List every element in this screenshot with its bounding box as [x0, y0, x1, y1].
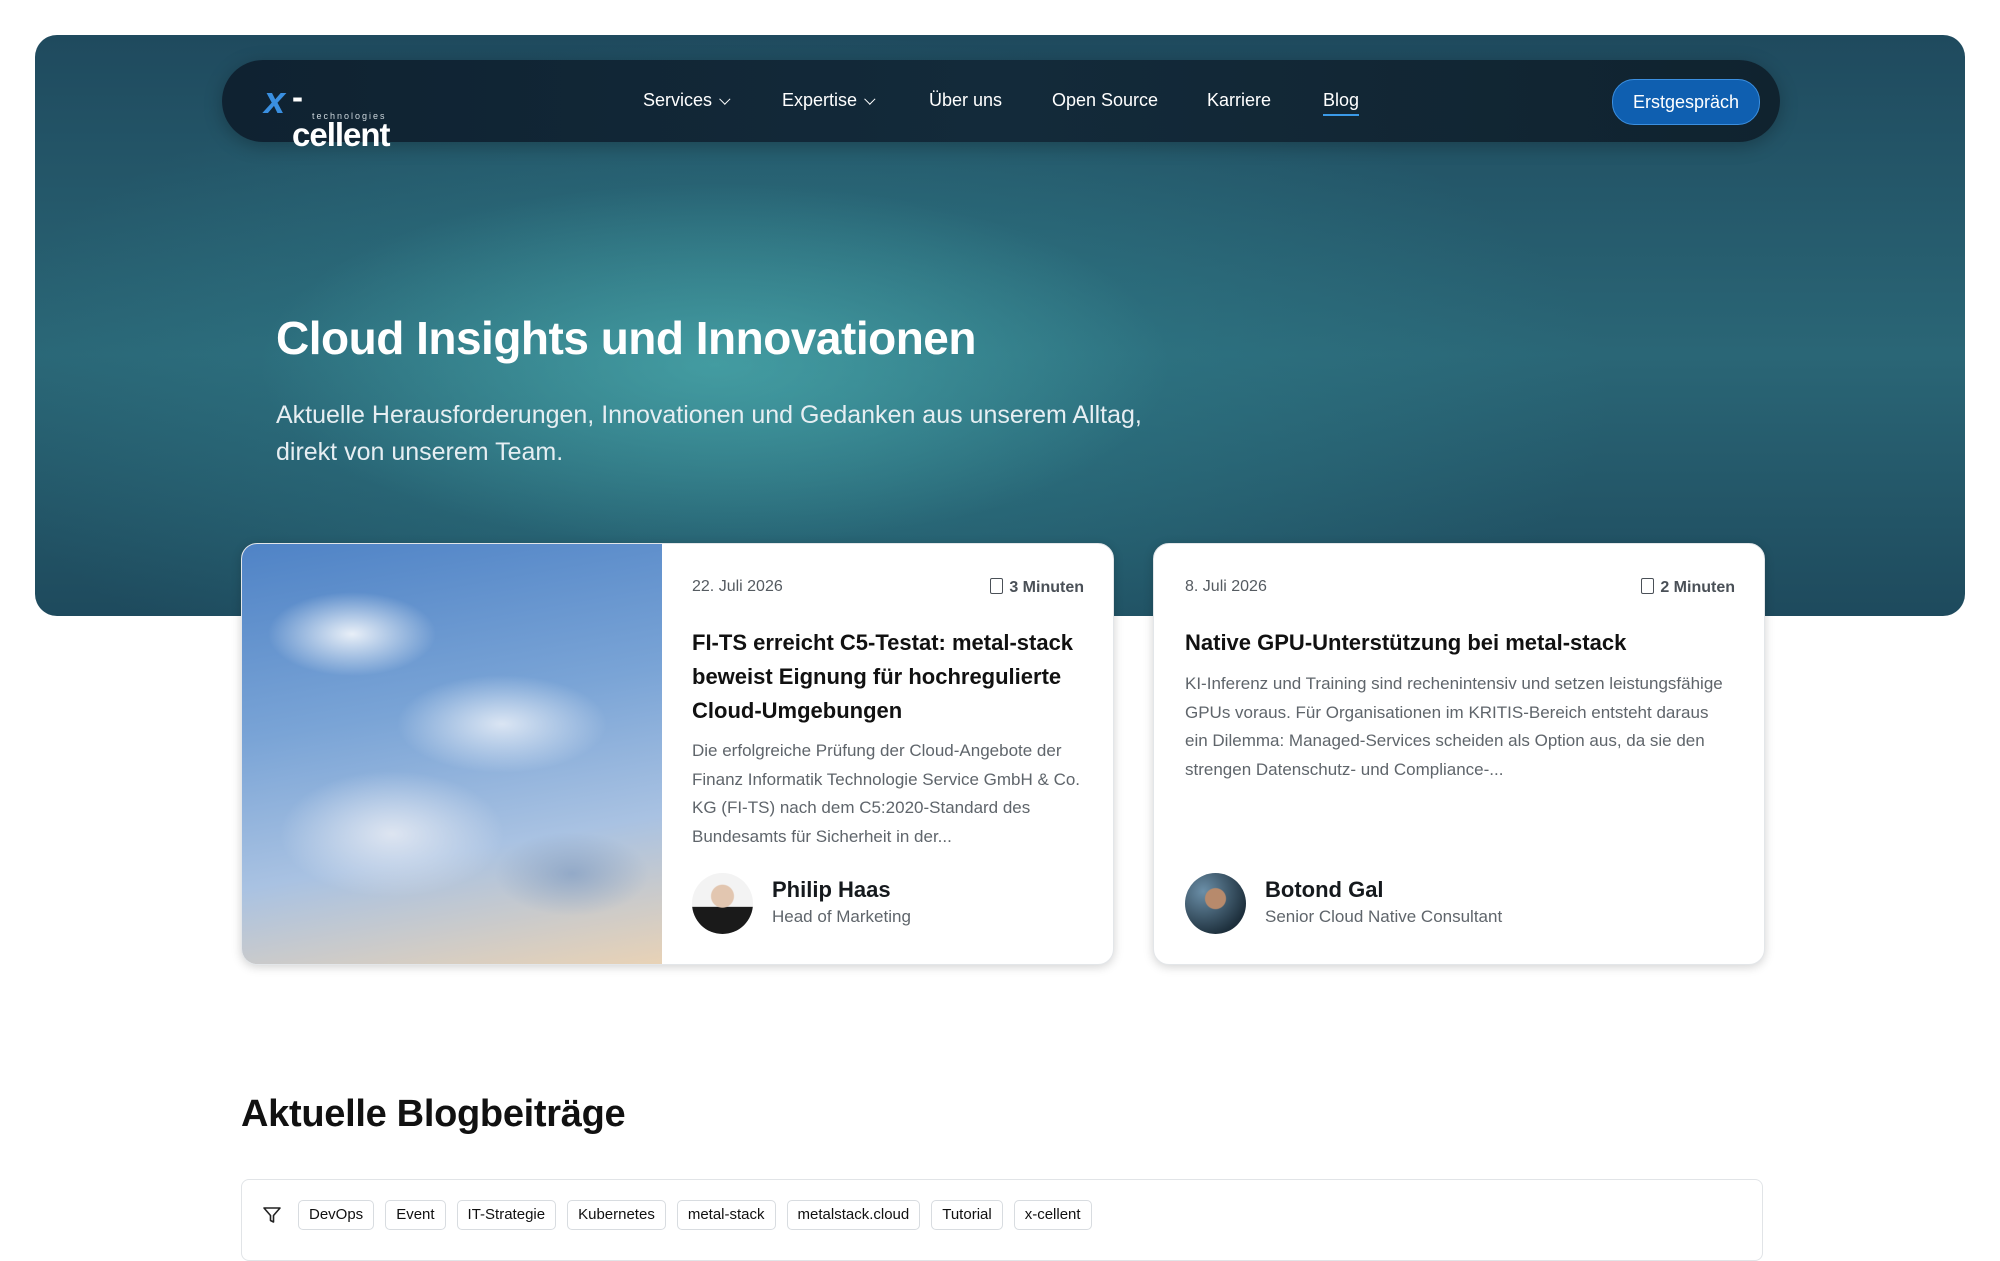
reading-time-label: 3 Minuten — [1009, 579, 1084, 596]
author-name: Philip Haas — [772, 877, 891, 902]
tag-tutorial[interactable]: Tutorial — [931, 1200, 1003, 1230]
tag-x-cellent[interactable]: x-cellent — [1013, 1200, 1092, 1230]
company-logo[interactable]: x -cellent technologies — [264, 78, 394, 153]
nav-item-label: Services — [643, 90, 713, 110]
nav-item-open-source[interactable]: Open Source — [1052, 90, 1158, 111]
tag-devops[interactable]: DevOps — [298, 1200, 375, 1230]
avatar — [692, 873, 753, 934]
post-title[interactable]: FI-TS erreicht C5-Testat: metal-stack be… — [692, 626, 1084, 728]
book-icon — [1641, 578, 1655, 594]
nav-item-blog[interactable]: Blog — [1323, 90, 1360, 116]
tag-event[interactable]: Event — [385, 1200, 446, 1230]
book-icon — [990, 578, 1004, 594]
filter-icon[interactable] — [262, 1205, 282, 1225]
author-role: Head of Marketing — [772, 907, 911, 926]
nav-item-label: Expertise — [782, 90, 858, 110]
erstgespraech-button[interactable]: Erstgespräch — [1611, 79, 1760, 125]
nav-item-services[interactable]: Services — [643, 90, 731, 111]
post-date: 22. Juli 2026 — [692, 578, 783, 595]
top-navigation: x -cellent technologies Services Experti… — [222, 60, 1780, 153]
chevron-down-icon — [719, 93, 731, 105]
author-role: Senior Cloud Native Consultant — [1265, 907, 1503, 926]
tag-filter-bar: DevOps Event IT-Strategie Kubernetes met… — [241, 1179, 1763, 1261]
tag-kubernetes[interactable]: Kubernetes — [567, 1200, 666, 1230]
reading-time: 2 Minuten — [1641, 578, 1735, 597]
featured-post-card[interactable]: 8. Juli 2026 2 Minuten Native GPU-Unters… — [1153, 543, 1765, 965]
post-excerpt: Die erfolgreiche Prüfung der Cloud-Angeb… — [692, 741, 1081, 846]
featured-post-card[interactable]: 22. Juli 2026 3 Minuten FI-TS erreicht C… — [241, 543, 1114, 965]
post-title[interactable]: Native GPU-Unterstützung bei metal-stack — [1185, 626, 1626, 660]
nav-item-expertise[interactable]: Expertise — [782, 90, 876, 111]
author-name: Botond Gal — [1265, 877, 1384, 902]
logo-subtitle: technologies — [312, 111, 387, 121]
nav-item-ueber-uns[interactable]: Über uns — [929, 90, 1002, 111]
chevron-down-icon — [864, 93, 876, 105]
logo-x-mark: x — [264, 80, 285, 122]
reading-time: 3 Minuten — [990, 578, 1084, 597]
post-image-sky[interactable] — [242, 544, 662, 964]
avatar — [1185, 873, 1246, 934]
nav-item-karriere[interactable]: Karriere — [1207, 90, 1271, 111]
tag-metalstack-cloud[interactable]: metalstack.cloud — [786, 1200, 921, 1230]
page-title: Cloud Insights und Innovationen — [276, 312, 977, 364]
tag-it-strategie[interactable]: IT-Strategie — [456, 1200, 557, 1230]
post-excerpt: KI-Inferenz und Training sind recheninte… — [1185, 674, 1723, 779]
reading-time-label: 2 Minuten — [1660, 579, 1735, 596]
tag-metal-stack[interactable]: metal-stack — [676, 1200, 776, 1230]
section-title-blog: Aktuelle Blogbeiträge — [241, 1093, 626, 1135]
post-date: 8. Juli 2026 — [1185, 578, 1267, 595]
hero-subtitle: Aktuelle Herausforderungen, Innovationen… — [276, 401, 1142, 466]
tag-list: DevOps Event IT-Strategie Kubernetes met… — [298, 1200, 1092, 1230]
